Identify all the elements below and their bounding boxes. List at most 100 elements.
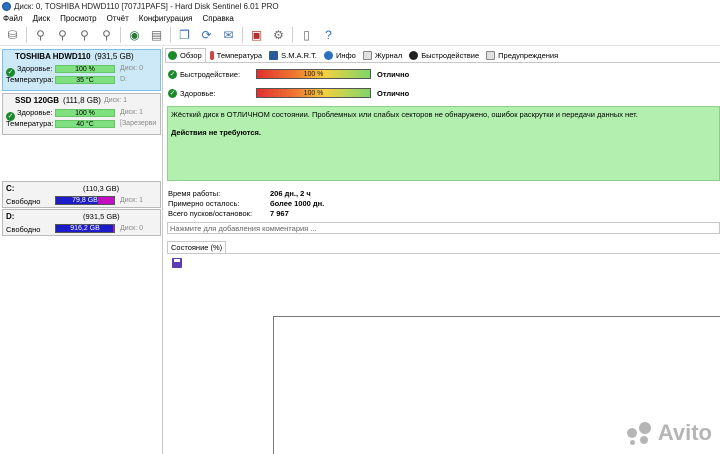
health-row: ✓ Здоровье: 100 % Отлично bbox=[168, 87, 708, 99]
reserved-label: [Зарезерви bbox=[120, 120, 157, 127]
tab-label: Температура bbox=[216, 50, 263, 60]
menu-file[interactable]: Файл bbox=[3, 14, 23, 23]
window-title: Диск: 0, TOSHIBA HDWD110 [707J1PAFS] - H… bbox=[14, 1, 279, 11]
disk-stats: Время работы: 206 дн., 2 ч Примерно оста… bbox=[168, 189, 568, 219]
tab-warnings[interactable]: Предупреждения bbox=[484, 48, 561, 62]
starts-row: Всего пусков/остановок: 7 967 bbox=[168, 209, 568, 219]
log-icon bbox=[362, 50, 372, 60]
tab-log[interactable]: Журнал bbox=[361, 48, 405, 62]
avito-watermark: Avito bbox=[626, 420, 712, 446]
alert-settings-icon[interactable]: ▣ bbox=[248, 26, 265, 43]
tab-temperature[interactable]: Температура bbox=[208, 48, 265, 62]
title-bar: Диск: 0, TOSHIBA HDWD110 [707J1PAFS] - H… bbox=[0, 0, 720, 12]
disk-list-panel: TOSHIBA HDWD110 (931,5 GB) ✓ Здоровье: 1… bbox=[0, 47, 163, 454]
menu-view[interactable]: Просмотр bbox=[60, 14, 97, 23]
toolbar-separator bbox=[292, 26, 293, 43]
remaining-label: Примерно осталось: bbox=[168, 199, 240, 208]
uptime-value: 206 дн., 2 ч bbox=[270, 189, 311, 198]
menu-disk[interactable]: Диск bbox=[33, 14, 50, 23]
disk-settings-icon[interactable]: ⚲ bbox=[98, 26, 115, 43]
uptime-label: Время работы: bbox=[168, 189, 221, 198]
check-icon bbox=[168, 51, 177, 60]
toolbar-separator bbox=[242, 26, 243, 43]
status-message-box: Жёсткий диск в ОТЛИЧНОМ состоянии. Пробл… bbox=[167, 106, 720, 181]
free-label: Свободно bbox=[6, 197, 41, 206]
help-icon[interactable]: ? bbox=[320, 26, 337, 43]
chip-icon bbox=[269, 50, 279, 60]
partition-c[interactable]: C: (110,3 GB) Свободно 79,8 GB Диск: 1 bbox=[2, 181, 161, 208]
disk-temp-row: Температура: 35 °C D: bbox=[3, 74, 160, 85]
remaining-value: более 1000 дн. bbox=[270, 199, 325, 208]
tab-state-percent[interactable]: Состояние (%) bbox=[167, 241, 227, 253]
disk-health-row: Здоровье: 100 % Диск: 0 bbox=[3, 63, 160, 74]
disk-test-icon[interactable]: ⚲ bbox=[32, 26, 49, 43]
temp-bar: 40 °C bbox=[55, 119, 115, 128]
starts-label: Всего пусков/остановок: bbox=[168, 209, 253, 218]
health-bar: 100 % bbox=[55, 64, 115, 73]
health-bar: 100 % bbox=[256, 88, 371, 98]
partition-size: (110,3 GB) bbox=[83, 184, 120, 193]
warnings-icon bbox=[486, 50, 496, 60]
tab-label: Обзор bbox=[180, 51, 202, 60]
free-space-value: 916,2 GB bbox=[70, 225, 100, 232]
partition-size: (931,5 GB) bbox=[83, 212, 120, 221]
health-label: Здоровье: bbox=[180, 88, 216, 98]
disk-size: (111,8 GB) bbox=[63, 96, 101, 105]
partition-d[interactable]: D: (931,5 GB) Свободно 916,2 GB Диск: 0 bbox=[2, 209, 161, 236]
tab-label: S.M.A.R.T. bbox=[281, 50, 317, 60]
app-icon bbox=[2, 1, 11, 11]
menu-bar: Файл Диск Просмотр Отчёт Конфигурация Сп… bbox=[0, 12, 720, 24]
uptime-row: Время работы: 206 дн., 2 ч bbox=[168, 189, 568, 199]
toolbar: ⛁ ⚲ ⚲ ⚲ ⚲ ◉ ▤ ❐ ⟳ ✉ ▣ ⚙ ▯ ? bbox=[0, 24, 720, 46]
health-label: Здоровье: bbox=[17, 64, 53, 73]
menu-configuration[interactable]: Конфигурация bbox=[139, 14, 193, 23]
save-icon[interactable] bbox=[172, 258, 182, 268]
free-space-bar: 79,8 GB bbox=[55, 196, 115, 205]
performance-value: 100 % bbox=[303, 71, 324, 78]
backup-icon[interactable]: ⟳ bbox=[198, 26, 215, 43]
status-message: Жёсткий диск в ОТЛИЧНОМ состоянии. Пробл… bbox=[171, 110, 638, 119]
tab-info[interactable]: Инфо bbox=[322, 48, 359, 62]
disk-card-ssd[interactable]: SSD 120GB (111,8 GB) Диск: 1 ✓ Здоровье:… bbox=[2, 93, 161, 135]
performance-icon bbox=[409, 50, 419, 60]
disk-refresh-icon[interactable]: ⛁ bbox=[4, 26, 21, 43]
thermometer-icon bbox=[209, 50, 214, 60]
configuration-icon[interactable]: ⚙ bbox=[270, 26, 287, 43]
status-action: Действия не требуются. bbox=[171, 128, 261, 137]
document-icon[interactable]: ▯ bbox=[298, 26, 315, 43]
tab-label: Инфо bbox=[335, 50, 356, 60]
disk-temp-row: Температура: 40 °C [Зарезерви bbox=[3, 118, 160, 129]
check-icon: ✓ bbox=[168, 69, 177, 79]
report-icon[interactable]: ▤ bbox=[148, 26, 165, 43]
disk-header: SSD 120GB (111,8 GB) Диск: 1 bbox=[3, 94, 160, 107]
disk-info-icon[interactable]: ⚲ bbox=[76, 26, 93, 43]
avito-logo-icon bbox=[626, 420, 653, 446]
health-value: 100 % bbox=[303, 90, 324, 97]
copy-icon[interactable]: ❐ bbox=[176, 26, 193, 43]
menu-report[interactable]: Отчёт bbox=[107, 14, 129, 23]
toolbar-separator bbox=[120, 26, 121, 43]
health-status: Отлично bbox=[377, 88, 410, 98]
performance-label: Быстродействие: bbox=[180, 69, 241, 79]
comment-input[interactable] bbox=[167, 222, 720, 234]
remaining-row: Примерно осталось: более 1000 дн. bbox=[168, 199, 568, 209]
health-label: Здоровье: bbox=[17, 108, 53, 117]
send-icon[interactable]: ✉ bbox=[220, 26, 237, 43]
tab-performance[interactable]: Быстродействие bbox=[407, 48, 482, 62]
disk-header: TOSHIBA HDWD110 (931,5 GB) bbox=[3, 50, 160, 63]
toolbar-separator bbox=[170, 26, 171, 43]
free-label: Свободно bbox=[6, 225, 41, 234]
performance-bar: 100 % bbox=[256, 69, 371, 79]
tab-overview[interactable]: Обзор bbox=[165, 48, 206, 62]
tab-label: Быстродействие bbox=[421, 50, 480, 60]
web-status-icon[interactable]: ◉ bbox=[126, 26, 143, 43]
surface-test-icon[interactable]: ⚲ bbox=[54, 26, 71, 43]
disk-index: Диск: 1 bbox=[103, 97, 127, 104]
tab-smart[interactable]: S.M.A.R.T. bbox=[267, 48, 320, 62]
info-icon bbox=[323, 50, 333, 60]
menu-help[interactable]: Справка bbox=[202, 14, 233, 23]
disk-card-toshiba[interactable]: TOSHIBA HDWD110 (931,5 GB) ✓ Здоровье: 1… bbox=[2, 49, 161, 91]
temp-bar: 35 °C bbox=[55, 75, 115, 84]
temp-label: Температура: bbox=[6, 119, 54, 128]
disk-health-row: Здоровье: 100 % Диск: 1 bbox=[3, 107, 160, 118]
